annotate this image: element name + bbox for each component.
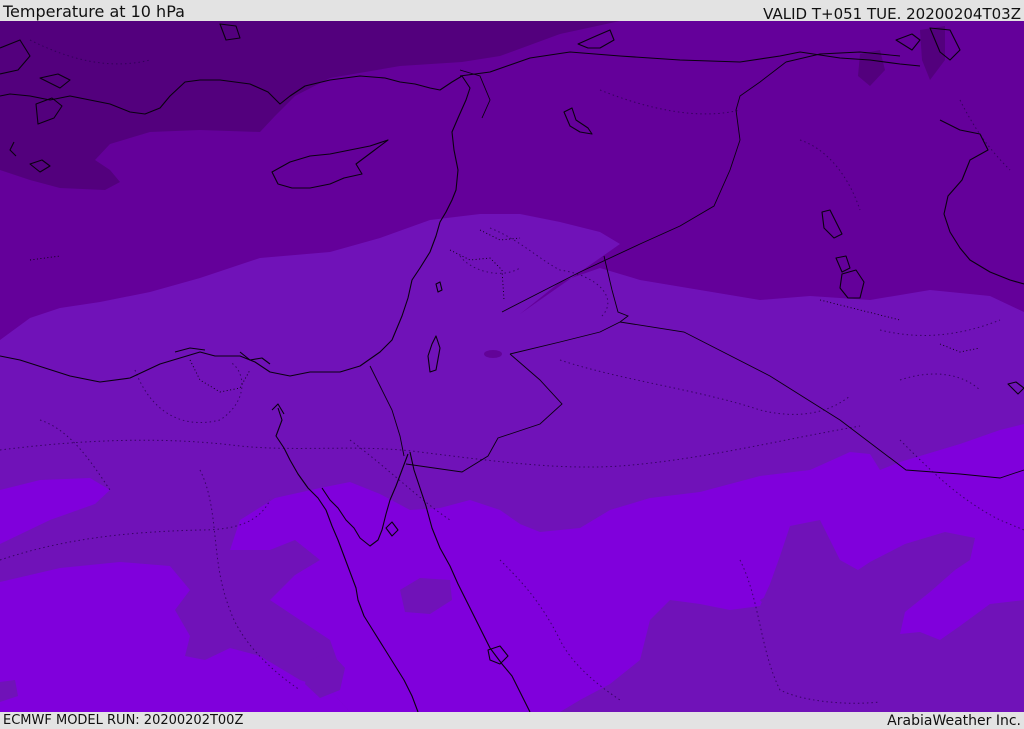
model-run-label: ECMWF MODEL RUN: 20200202T00Z (3, 713, 244, 728)
credit-label: ArabiaWeather Inc. (887, 713, 1021, 729)
map-title: Temperature at 10 hPa (3, 2, 185, 21)
footer-bar: ECMWF MODEL RUN: 20200202T00Z ArabiaWeat… (0, 712, 1024, 729)
header-bar: Temperature at 10 hPa VALID T+051 TUE. 2… (0, 0, 1024, 23)
weather-map[interactable] (0, 21, 1024, 712)
temperature-band-mid (484, 350, 502, 358)
